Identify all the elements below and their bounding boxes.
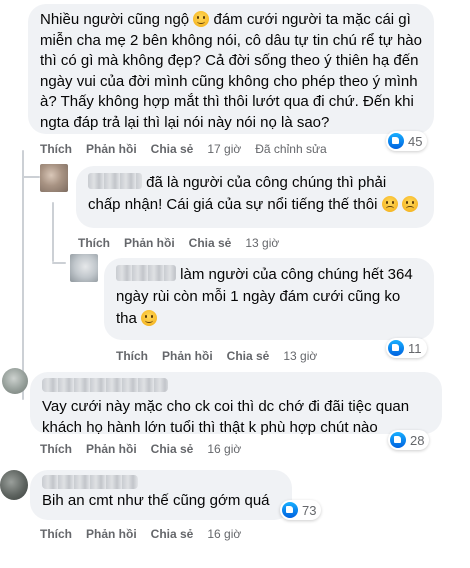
like-reaction-count[interactable]: 45	[386, 131, 428, 151]
comment-bubble: đã là người của công chúng thì phải chấp…	[76, 166, 434, 228]
thread-line	[22, 176, 40, 178]
comment-bubble: làm người của công chúng hết 364 ngày rù…	[104, 258, 434, 340]
comment-text: Nhiều người cũng ngộ đám cưới người ta m…	[40, 11, 422, 131]
comment-text: làm người của công chúng hết 364 ngày rù…	[116, 265, 413, 327]
like-button[interactable]: Thích	[40, 142, 72, 156]
timestamp[interactable]: 13 giờ	[283, 349, 317, 363]
avatar[interactable]	[40, 164, 68, 192]
like-reaction-count[interactable]: 28	[388, 430, 430, 450]
blurred-username[interactable]	[116, 265, 176, 281]
like-icon	[390, 432, 406, 448]
like-icon	[282, 502, 298, 518]
timestamp[interactable]: 17 giờ	[207, 142, 241, 156]
comment-bubble: Bih an cmt như thế cũng gớm quá	[30, 470, 292, 520]
thread-line	[22, 150, 24, 400]
smile-emoji-icon	[193, 11, 210, 27]
avatar[interactable]	[2, 368, 28, 394]
like-icon	[388, 340, 404, 356]
blurred-username[interactable]	[42, 475, 138, 489]
thread-line	[52, 262, 66, 264]
like-reaction-count[interactable]: 11	[386, 338, 427, 358]
comment-actions: Thích Phản hồi Chia sẻ 16 giờ	[40, 442, 241, 456]
like-button[interactable]: Thích	[40, 527, 72, 541]
reply-button[interactable]: Phản hồi	[86, 442, 137, 456]
blurred-username[interactable]	[42, 378, 168, 392]
like-button[interactable]: Thích	[40, 442, 72, 456]
comment-text: Bih an cmt như thế cũng gớm quá	[42, 492, 270, 509]
blurred-username[interactable]	[88, 173, 142, 189]
like-icon	[388, 133, 404, 149]
reply-button[interactable]: Phản hồi	[86, 142, 137, 156]
reply-button[interactable]: Phản hồi	[86, 527, 137, 541]
share-button[interactable]: Chia sẻ	[189, 236, 232, 250]
share-button[interactable]: Chia sẻ	[151, 142, 194, 156]
share-button[interactable]: Chia sẻ	[151, 527, 194, 541]
like-reaction-count[interactable]: 73	[280, 500, 322, 520]
timestamp[interactable]: 16 giờ	[207, 527, 241, 541]
comment-actions: Thích Phản hồi Chia sẻ 13 giờ	[116, 349, 317, 363]
comment-actions: Thích Phản hồi Chia sẻ 13 giờ	[78, 236, 279, 250]
avatar[interactable]	[0, 470, 28, 500]
timestamp[interactable]: 13 giờ	[245, 236, 279, 250]
comment-actions: Thích Phản hồi Chia sẻ 16 giờ	[40, 527, 241, 541]
reply-button[interactable]: Phản hồi	[124, 236, 175, 250]
share-button[interactable]: Chia sẻ	[227, 349, 270, 363]
smile-emoji-icon	[141, 310, 158, 326]
comment-actions: Thích Phản hồi Chia sẻ 17 giờ Đã chỉnh s…	[40, 142, 327, 156]
timestamp[interactable]: 16 giờ	[207, 442, 241, 456]
thread-line	[52, 202, 54, 262]
avatar[interactable]	[70, 254, 98, 282]
share-button[interactable]: Chia sẻ	[151, 442, 194, 456]
edited-label: Đã chỉnh sửa	[255, 142, 327, 156]
sad-emoji-icon	[401, 196, 418, 212]
comment-bubble: Vay cưới này mặc cho ck coi thì dc chớ đ…	[30, 372, 442, 436]
comment-text: Vay cưới này mặc cho ck coi thì dc chớ đ…	[42, 398, 410, 436]
reply-button[interactable]: Phản hồi	[162, 349, 213, 363]
sad-emoji-icon	[381, 196, 398, 212]
like-button[interactable]: Thích	[116, 349, 148, 363]
like-button[interactable]: Thích	[78, 236, 110, 250]
comment-text: đã là người của công chúng thì phải chấp…	[88, 172, 422, 216]
comment-bubble: Nhiều người cũng ngộ đám cưới người ta m…	[28, 4, 434, 134]
